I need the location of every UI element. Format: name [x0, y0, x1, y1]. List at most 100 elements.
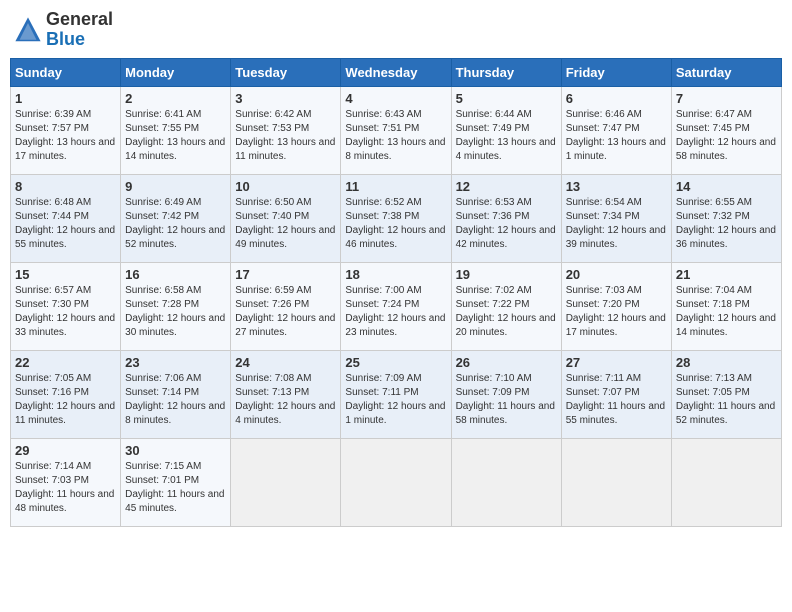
sunset-label: Sunset: 7:32 PM: [676, 211, 750, 222]
sunset-label: Sunset: 7:20 PM: [566, 299, 640, 310]
calendar-cell: [231, 438, 341, 526]
sunrise-label: Sunrise: 7:09 AM: [345, 373, 421, 384]
day-number: 28: [676, 355, 777, 370]
calendar-cell: 26 Sunrise: 7:10 AM Sunset: 7:09 PM Dayl…: [451, 350, 561, 438]
daylight-label: Daylight: 12 hours and 23 minutes.: [345, 313, 445, 338]
daylight-label: Daylight: 12 hours and 20 minutes.: [456, 313, 556, 338]
daylight-label: Daylight: 11 hours and 45 minutes.: [125, 489, 224, 514]
calendar-cell: 19 Sunrise: 7:02 AM Sunset: 7:22 PM Dayl…: [451, 262, 561, 350]
day-number: 3: [235, 91, 336, 106]
sunrise-label: Sunrise: 6:49 AM: [125, 197, 201, 208]
daylight-label: Daylight: 13 hours and 11 minutes.: [235, 137, 335, 162]
day-number: 4: [345, 91, 446, 106]
day-number: 17: [235, 267, 336, 282]
daylight-label: Daylight: 13 hours and 4 minutes.: [456, 137, 556, 162]
sunrise-label: Sunrise: 7:02 AM: [456, 285, 532, 296]
sunrise-label: Sunrise: 6:52 AM: [345, 197, 421, 208]
calendar-cell: 8 Sunrise: 6:48 AM Sunset: 7:44 PM Dayli…: [11, 174, 121, 262]
calendar-row: 1 Sunrise: 6:39 AM Sunset: 7:57 PM Dayli…: [11, 86, 782, 174]
calendar-cell: 21 Sunrise: 7:04 AM Sunset: 7:18 PM Dayl…: [671, 262, 781, 350]
sunset-label: Sunset: 7:13 PM: [235, 387, 309, 398]
col-monday: Monday: [121, 58, 231, 86]
day-number: 16: [125, 267, 226, 282]
sunset-label: Sunset: 7:34 PM: [566, 211, 640, 222]
calendar-row: 22 Sunrise: 7:05 AM Sunset: 7:16 PM Dayl…: [11, 350, 782, 438]
calendar-cell: 7 Sunrise: 6:47 AM Sunset: 7:45 PM Dayli…: [671, 86, 781, 174]
sunset-label: Sunset: 7:07 PM: [566, 387, 640, 398]
calendar-cell: 22 Sunrise: 7:05 AM Sunset: 7:16 PM Dayl…: [11, 350, 121, 438]
calendar-cell: 20 Sunrise: 7:03 AM Sunset: 7:20 PM Dayl…: [561, 262, 671, 350]
sunset-label: Sunset: 7:49 PM: [456, 123, 530, 134]
day-number: 6: [566, 91, 667, 106]
day-info: Sunrise: 7:05 AM Sunset: 7:16 PM Dayligh…: [15, 372, 116, 428]
sunset-label: Sunset: 7:18 PM: [676, 299, 750, 310]
day-number: 2: [125, 91, 226, 106]
day-number: 23: [125, 355, 226, 370]
daylight-label: Daylight: 12 hours and 14 minutes.: [676, 313, 776, 338]
calendar-cell: 25 Sunrise: 7:09 AM Sunset: 7:11 PM Dayl…: [341, 350, 451, 438]
day-info: Sunrise: 7:15 AM Sunset: 7:01 PM Dayligh…: [125, 460, 226, 516]
daylight-label: Daylight: 12 hours and 49 minutes.: [235, 225, 335, 250]
col-saturday: Saturday: [671, 58, 781, 86]
day-info: Sunrise: 6:41 AM Sunset: 7:55 PM Dayligh…: [125, 108, 226, 164]
sunrise-label: Sunrise: 7:00 AM: [345, 285, 421, 296]
calendar-table: Sunday Monday Tuesday Wednesday Thursday…: [10, 58, 782, 527]
day-info: Sunrise: 6:57 AM Sunset: 7:30 PM Dayligh…: [15, 284, 116, 340]
col-thursday: Thursday: [451, 58, 561, 86]
day-info: Sunrise: 6:58 AM Sunset: 7:28 PM Dayligh…: [125, 284, 226, 340]
calendar-cell: 1 Sunrise: 6:39 AM Sunset: 7:57 PM Dayli…: [11, 86, 121, 174]
calendar-cell: 14 Sunrise: 6:55 AM Sunset: 7:32 PM Dayl…: [671, 174, 781, 262]
logo-general: General: [46, 10, 113, 30]
daylight-label: Daylight: 12 hours and 17 minutes.: [566, 313, 666, 338]
sunrise-label: Sunrise: 7:13 AM: [676, 373, 752, 384]
logo-icon: [14, 16, 42, 44]
sunrise-label: Sunrise: 6:54 AM: [566, 197, 642, 208]
calendar-cell: 15 Sunrise: 6:57 AM Sunset: 7:30 PM Dayl…: [11, 262, 121, 350]
day-number: 30: [125, 443, 226, 458]
daylight-label: Daylight: 12 hours and 4 minutes.: [235, 401, 335, 426]
sunset-label: Sunset: 7:40 PM: [235, 211, 309, 222]
day-info: Sunrise: 7:00 AM Sunset: 7:24 PM Dayligh…: [345, 284, 446, 340]
sunset-label: Sunset: 7:26 PM: [235, 299, 309, 310]
day-info: Sunrise: 7:09 AM Sunset: 7:11 PM Dayligh…: [345, 372, 446, 428]
calendar-cell: 5 Sunrise: 6:44 AM Sunset: 7:49 PM Dayli…: [451, 86, 561, 174]
daylight-label: Daylight: 12 hours and 1 minute.: [345, 401, 445, 426]
daylight-label: Daylight: 11 hours and 58 minutes.: [456, 401, 555, 426]
day-number: 22: [15, 355, 116, 370]
sunrise-label: Sunrise: 6:44 AM: [456, 109, 532, 120]
daylight-label: Daylight: 12 hours and 30 minutes.: [125, 313, 225, 338]
calendar-cell: 23 Sunrise: 7:06 AM Sunset: 7:14 PM Dayl…: [121, 350, 231, 438]
daylight-label: Daylight: 12 hours and 55 minutes.: [15, 225, 115, 250]
day-number: 14: [676, 179, 777, 194]
day-number: 18: [345, 267, 446, 282]
sunrise-label: Sunrise: 6:43 AM: [345, 109, 421, 120]
sunrise-label: Sunrise: 7:06 AM: [125, 373, 201, 384]
sunset-label: Sunset: 7:57 PM: [15, 123, 89, 134]
calendar-cell: 13 Sunrise: 6:54 AM Sunset: 7:34 PM Dayl…: [561, 174, 671, 262]
calendar-cell: 24 Sunrise: 7:08 AM Sunset: 7:13 PM Dayl…: [231, 350, 341, 438]
day-number: 9: [125, 179, 226, 194]
calendar-cell: 9 Sunrise: 6:49 AM Sunset: 7:42 PM Dayli…: [121, 174, 231, 262]
day-info: Sunrise: 6:48 AM Sunset: 7:44 PM Dayligh…: [15, 196, 116, 252]
logo: General Blue: [14, 10, 113, 50]
daylight-label: Daylight: 12 hours and 42 minutes.: [456, 225, 556, 250]
sunrise-label: Sunrise: 6:55 AM: [676, 197, 752, 208]
calendar-cell: 17 Sunrise: 6:59 AM Sunset: 7:26 PM Dayl…: [231, 262, 341, 350]
calendar-cell: 29 Sunrise: 7:14 AM Sunset: 7:03 PM Dayl…: [11, 438, 121, 526]
day-number: 15: [15, 267, 116, 282]
day-number: 1: [15, 91, 116, 106]
calendar-cell: 12 Sunrise: 6:53 AM Sunset: 7:36 PM Dayl…: [451, 174, 561, 262]
day-info: Sunrise: 7:03 AM Sunset: 7:20 PM Dayligh…: [566, 284, 667, 340]
day-info: Sunrise: 6:53 AM Sunset: 7:36 PM Dayligh…: [456, 196, 557, 252]
day-number: 5: [456, 91, 557, 106]
calendar-cell: 6 Sunrise: 6:46 AM Sunset: 7:47 PM Dayli…: [561, 86, 671, 174]
calendar-row: 29 Sunrise: 7:14 AM Sunset: 7:03 PM Dayl…: [11, 438, 782, 526]
sunset-label: Sunset: 7:24 PM: [345, 299, 419, 310]
col-sunday: Sunday: [11, 58, 121, 86]
calendar-cell: 2 Sunrise: 6:41 AM Sunset: 7:55 PM Dayli…: [121, 86, 231, 174]
sunset-label: Sunset: 7:45 PM: [676, 123, 750, 134]
sunrise-label: Sunrise: 6:57 AM: [15, 285, 91, 296]
day-number: 21: [676, 267, 777, 282]
sunset-label: Sunset: 7:53 PM: [235, 123, 309, 134]
day-number: 12: [456, 179, 557, 194]
